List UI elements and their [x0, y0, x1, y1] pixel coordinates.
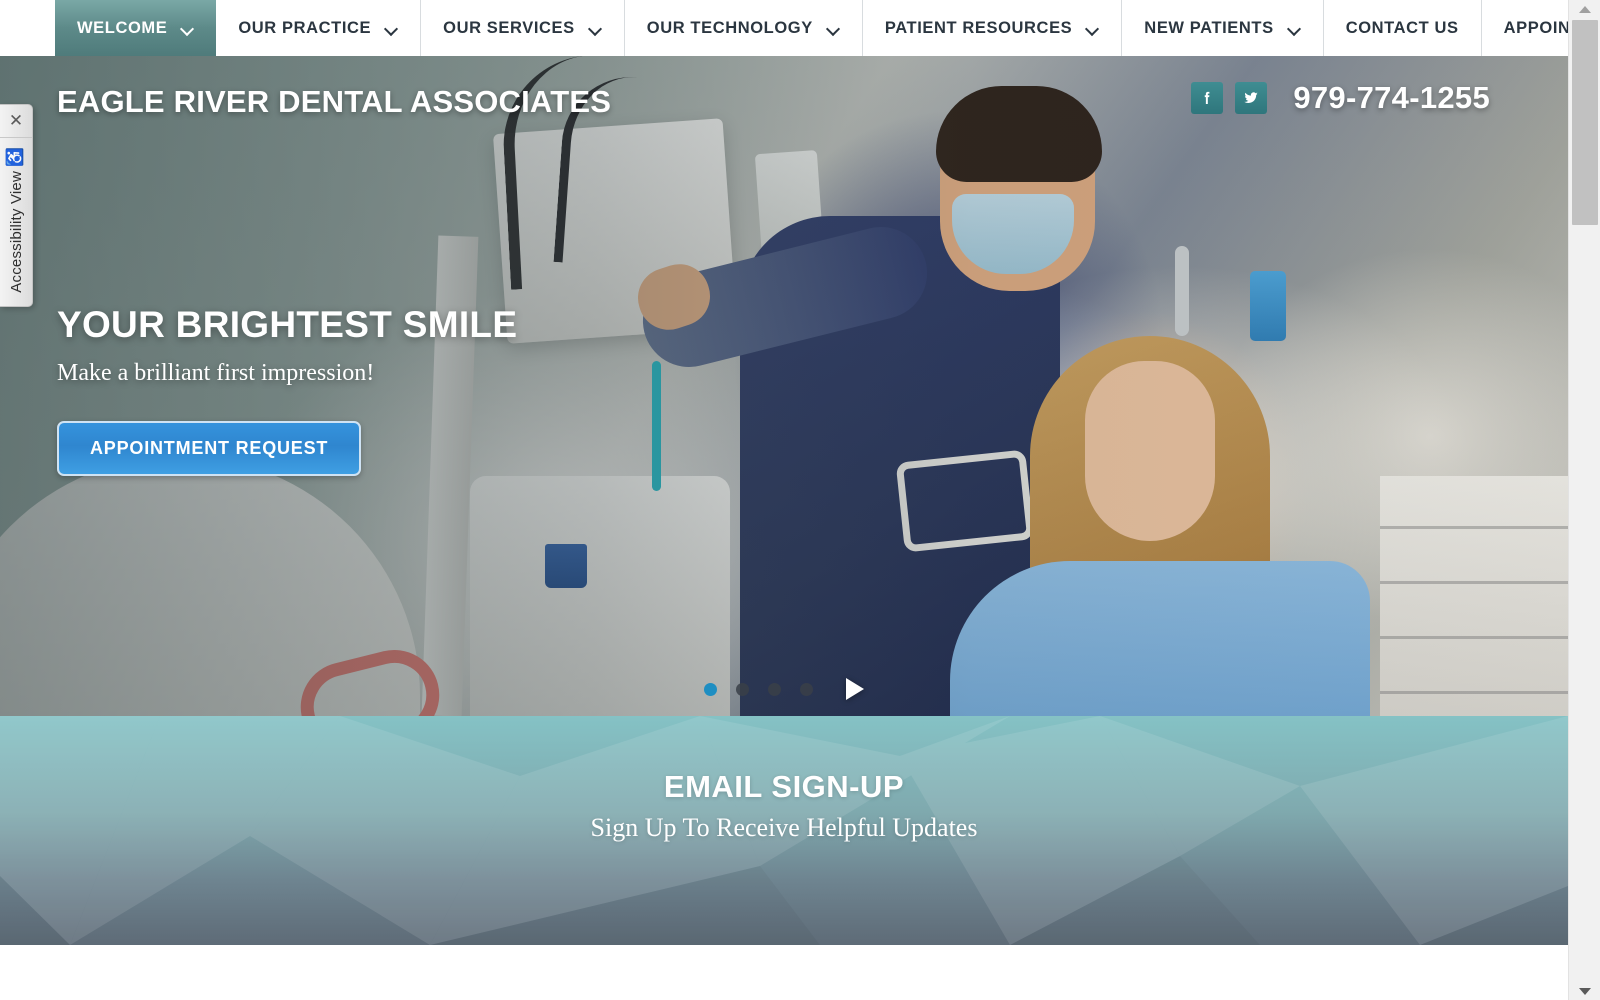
email-signup-title: EMAIL SIGN-UP — [663, 769, 905, 804]
facebook-icon[interactable] — [1191, 82, 1224, 114]
carousel-dot-3[interactable] — [768, 682, 781, 696]
chevron-down-icon — [1086, 24, 1099, 32]
accessibility-view-toggle[interactable]: ♿ Accessibility View — [0, 138, 32, 306]
nav-item-label: OUR TECHNOLOGY — [646, 18, 813, 37]
nav-item-appointment-request[interactable]: APPOINTMENT REQUEST — [1482, 0, 1568, 56]
nav-item-patient-resources[interactable]: PATIENT RESOURCES — [863, 0, 1123, 56]
hero-headline: YOUR BRIGHTEST SMILE — [57, 304, 518, 345]
nav-item-label: CONTACT US — [1345, 18, 1459, 37]
accessibility-view-widget[interactable]: ✕ ♿ Accessibility View — [0, 104, 33, 307]
nav-item-our-practice[interactable]: OUR PRACTICE — [216, 0, 422, 56]
carousel-dot-1[interactable] — [704, 682, 717, 696]
chevron-down-icon — [181, 24, 194, 32]
nav-item-label: PATIENT RESOURCES — [884, 18, 1073, 37]
main-navigation: WELCOME OUR PRACTICE OUR SERVICES OUR TE… — [0, 0, 1568, 56]
nav-item-label: OUR SERVICES — [443, 18, 575, 37]
carousel-play-icon[interactable] — [846, 678, 864, 700]
carousel-dot-4[interactable] — [800, 682, 813, 696]
chevron-down-icon — [385, 24, 398, 32]
page-viewport: WELCOME OUR PRACTICE OUR SERVICES OUR TE… — [0, 0, 1568, 1000]
twitter-icon[interactable] — [1235, 82, 1268, 114]
hero-subheadline: Make a brilliant first impression! — [57, 360, 375, 386]
nav-item-welcome[interactable]: WELCOME — [55, 0, 217, 56]
nav-item-label: WELCOME — [77, 18, 168, 37]
email-signup-subtitle: Sign Up To Receive Helpful Updates — [590, 813, 978, 842]
chevron-down-icon — [589, 24, 602, 32]
nav-item-label: APPOINTMENT REQUEST — [1503, 18, 1568, 37]
wheelchair-icon: ♿ — [6, 147, 24, 167]
nav-item-label: OUR PRACTICE — [238, 18, 372, 37]
header-contact-group: 979-774-1255 — [1191, 80, 1490, 116]
scrollbar-thumb[interactable] — [1572, 20, 1598, 225]
nav-item-contact-us[interactable]: CONTACT US — [1324, 0, 1482, 56]
accessibility-view-label: Accessibility View — [7, 171, 25, 293]
page-below-fold — [0, 945, 1568, 1000]
scroll-up-arrow-icon[interactable] — [1569, 0, 1600, 18]
chevron-down-icon — [1288, 24, 1301, 32]
browser-page: WELCOME OUR PRACTICE OUR SERVICES OUR TE… — [0, 0, 1600, 1000]
triangle-down-icon — [1579, 987, 1591, 995]
site-title: EAGLE RIVER DENTAL ASSOCIATES — [57, 84, 612, 119]
carousel-controls — [0, 678, 1568, 700]
chevron-down-icon — [827, 24, 840, 32]
nav-item-label: NEW PATIENTS — [1144, 18, 1274, 37]
triangle-up-icon — [1579, 5, 1591, 13]
email-signup-section: EMAIL SIGN-UP Sign Up To Receive Helpful… — [0, 716, 1568, 945]
phone-number[interactable]: 979-774-1255 — [1293, 80, 1490, 116]
nav-left-spacer — [0, 0, 55, 56]
vertical-scrollbar[interactable] — [1568, 0, 1600, 1000]
hero-copy-block: YOUR BRIGHTEST SMILE Make a brilliant fi… — [57, 304, 517, 476]
carousel-dot-2[interactable] — [736, 682, 749, 696]
nav-item-our-technology[interactable]: OUR TECHNOLOGY — [625, 0, 863, 56]
nav-item-our-services[interactable]: OUR SERVICES — [421, 0, 625, 56]
appointment-request-button[interactable]: APPOINTMENT REQUEST — [57, 421, 362, 476]
close-icon[interactable]: ✕ — [0, 105, 32, 138]
scroll-down-arrow-icon[interactable] — [1569, 982, 1600, 1000]
hero-carousel: EAGLE RIVER DENTAL ASSOCIATES 979-774-12… — [0, 56, 1568, 716]
nav-item-new-patients[interactable]: NEW PATIENTS — [1122, 0, 1324, 56]
